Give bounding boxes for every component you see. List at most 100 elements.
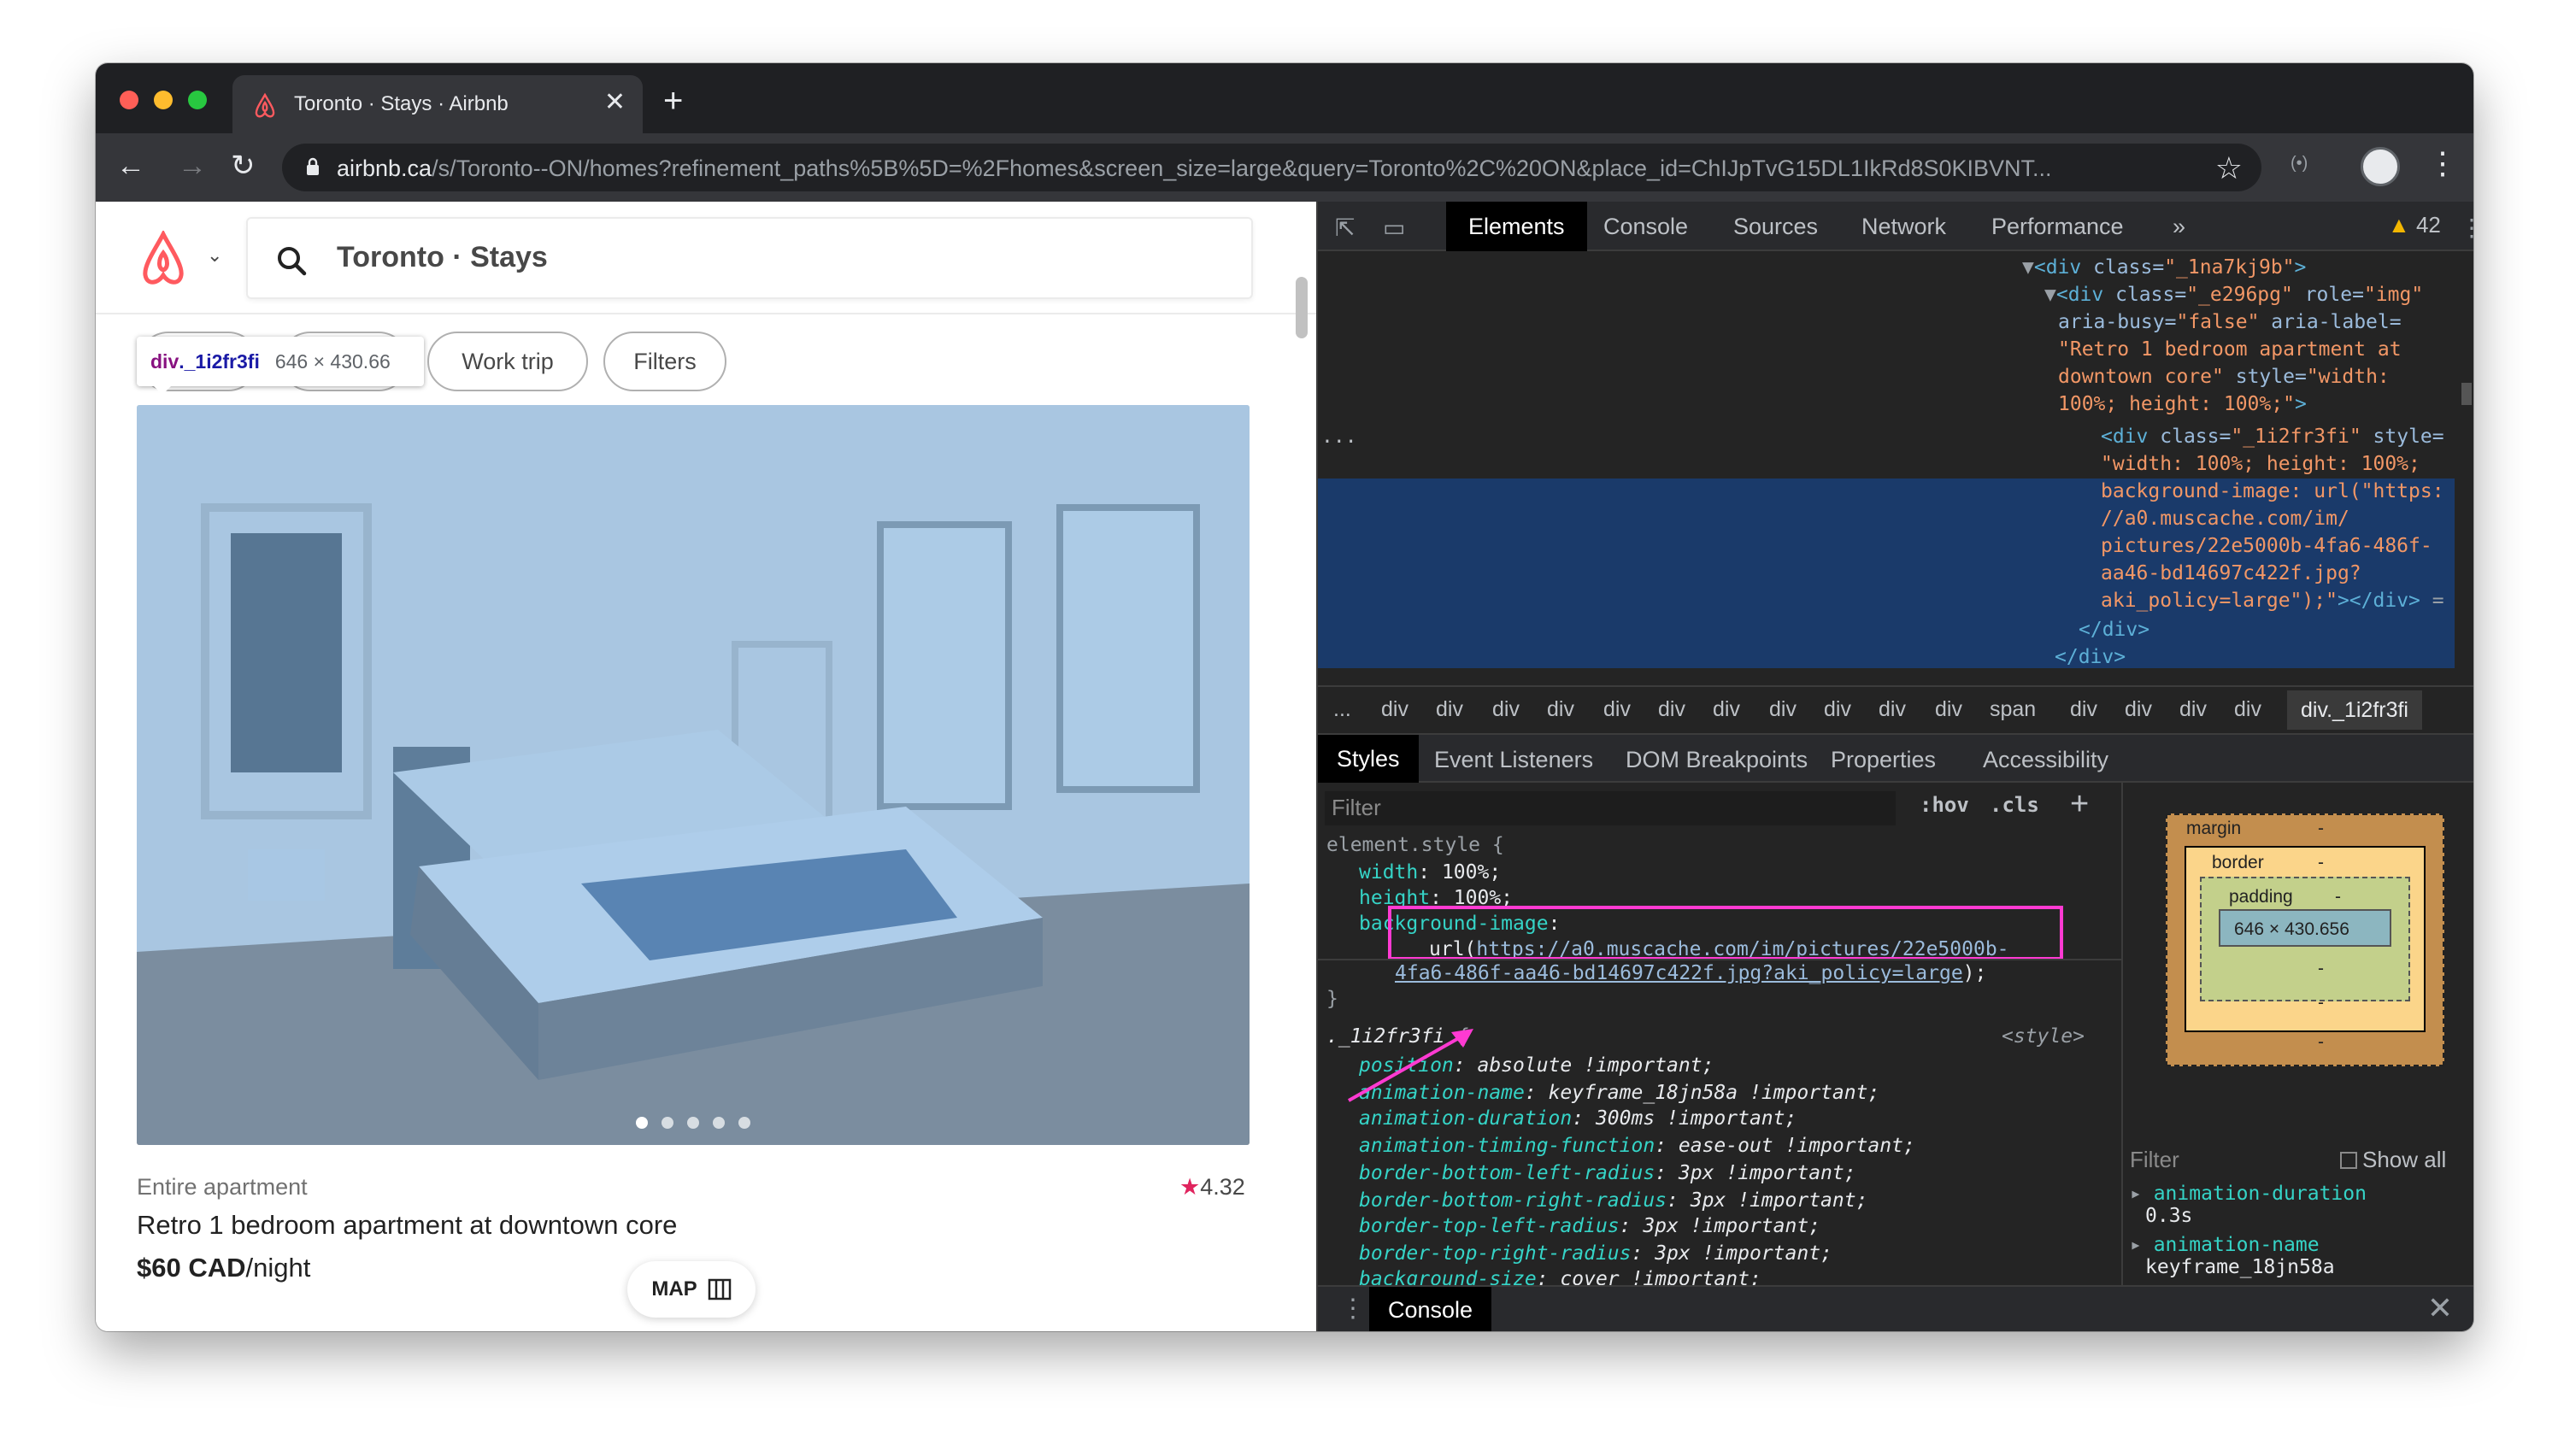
- profile-avatar[interactable]: [2361, 147, 2400, 186]
- browser-tab[interactable]: Toronto · Stays · Airbnb ✕: [232, 75, 643, 133]
- tab-console[interactable]: Console: [1603, 202, 1688, 251]
- more-tabs-icon[interactable]: »: [2173, 202, 2185, 251]
- dom-line[interactable]: </div>: [2055, 646, 2126, 668]
- breadcrumb-item[interactable]: div: [1879, 697, 1906, 722]
- carousel-dot[interactable]: [687, 1117, 699, 1129]
- style-source-link[interactable]: <style>: [2002, 1025, 2085, 1048]
- tab-network[interactable]: Network: [1861, 202, 1946, 251]
- tab-properties[interactable]: Properties: [1831, 747, 1936, 773]
- dom-tree[interactable]: ▼<div class="_1na7kj9b"> ▼<div class="_e…: [1318, 253, 2473, 685]
- breadcrumb-item[interactable]: div: [2179, 697, 2207, 722]
- filters-pill[interactable]: Filters: [603, 332, 726, 391]
- tab-sources[interactable]: Sources: [1733, 202, 1818, 251]
- reload-icon[interactable]: ↻: [231, 149, 256, 183]
- breadcrumb-item[interactable]: div: [2125, 697, 2152, 722]
- dom-line[interactable]: 100%; height: 100%;">: [2058, 393, 2307, 415]
- listing-photo[interactable]: [137, 405, 1250, 1145]
- tab-console-drawer[interactable]: Console: [1369, 1287, 1492, 1331]
- breadcrumb-item[interactable]: div: [1769, 697, 1797, 722]
- styles-filter-input[interactable]: Filter: [1325, 791, 1896, 825]
- bookmark-star-icon[interactable]: ☆: [2215, 150, 2243, 186]
- close-window-button[interactable]: [120, 91, 138, 109]
- dom-line-selected[interactable]: aa46-bd14697c422f.jpg?: [2101, 562, 2361, 584]
- breadcrumb-item[interactable]: div: [2234, 697, 2261, 722]
- style-declaration[interactable]: border-top-left-radius: 3px !important;: [1359, 1215, 1820, 1237]
- breadcrumb-item-selected[interactable]: div._1i2fr3fi: [2287, 690, 2422, 730]
- box-model-diagram[interactable]: margin - border - padding - 646 × 430.65…: [2166, 813, 2444, 1066]
- minimize-window-button[interactable]: [154, 91, 173, 109]
- style-declaration[interactable]: border-bottom-right-radius: 3px !importa…: [1359, 1189, 1867, 1212]
- breadcrumb-item[interactable]: div: [1492, 697, 1520, 722]
- computed-styles-list[interactable]: ▸ animation-duration 0.3s ▸ animation-na…: [2130, 1183, 2455, 1278]
- tab-styles[interactable]: Styles: [1318, 735, 1419, 783]
- dom-line-selected[interactable]: background-image: url("https:: [2101, 480, 2444, 502]
- close-drawer-icon[interactable]: ✕: [2427, 1290, 2453, 1326]
- breadcrumb-item[interactable]: div: [1658, 697, 1685, 722]
- breadcrumb-item[interactable]: div: [1713, 697, 1740, 722]
- inspect-element-icon[interactable]: ⇱: [1335, 214, 1355, 242]
- hov-toggle[interactable]: :hov: [1920, 793, 1969, 817]
- style-declaration[interactable]: width: 100%;: [1359, 861, 1501, 884]
- cls-toggle[interactable]: .cls: [1990, 793, 2039, 817]
- search-bar[interactable]: Toronto · Stays: [246, 217, 1253, 299]
- breadcrumb-item[interactable]: div: [2070, 697, 2097, 722]
- new-rule-button[interactable]: +: [2070, 786, 2089, 823]
- tab-performance[interactable]: Performance: [1991, 202, 2124, 251]
- tab-close-icon[interactable]: ✕: [604, 87, 626, 117]
- warnings-badge[interactable]: ▲ 42: [2388, 212, 2441, 238]
- dom-line[interactable]: "Retro 1 bedroom apartment at: [2058, 338, 2402, 361]
- breadcrumb-item[interactable]: div: [1935, 697, 1962, 722]
- dom-line[interactable]: ▼<div class="_e296pg" role="img": [2044, 284, 2423, 306]
- zoom-window-button[interactable]: [188, 91, 207, 109]
- listing-title[interactable]: Retro 1 bedroom apartment at downtown co…: [137, 1210, 677, 1241]
- dom-line-selected[interactable]: "width: 100%; height: 100%;: [2101, 453, 2420, 475]
- carousel-dot[interactable]: [662, 1117, 673, 1129]
- computed-property[interactable]: ▸ animation-duration: [2130, 1183, 2455, 1205]
- breadcrumb-item[interactable]: div: [1547, 697, 1574, 722]
- style-rule-selector[interactable]: element.style {: [1326, 834, 1504, 856]
- dom-line-selected[interactable]: pictures/22e5000b-4fa6-486f-: [2101, 535, 2432, 557]
- map-button[interactable]: MAP: [627, 1261, 756, 1318]
- style-declaration[interactable]: 4fa6-486f-aa46-bd14697c422f.jpg?aki_poli…: [1395, 962, 1986, 984]
- style-declaration[interactable]: animation-timing-function: ease-out !imp…: [1359, 1135, 1915, 1157]
- computed-property[interactable]: ▸ animation-name: [2130, 1234, 2455, 1256]
- device-toolbar-icon[interactable]: ▭: [1383, 214, 1405, 242]
- computed-filter-input[interactable]: Filter: [2130, 1147, 2179, 1173]
- breadcrumb-item[interactable]: div: [1436, 697, 1463, 722]
- style-declaration[interactable]: border-top-right-radius: 3px !important;: [1359, 1242, 1832, 1265]
- carousel-dot[interactable]: [738, 1117, 750, 1129]
- style-declaration[interactable]: animation-duration: 300ms !important;: [1359, 1107, 1797, 1130]
- browser-menu-icon[interactable]: ⋮: [2427, 145, 2458, 181]
- ellipsis-icon[interactable]: ...: [1321, 426, 1357, 448]
- extension-icon[interactable]: (•): [2291, 154, 2308, 173]
- devtools-menu-icon[interactable]: ⋮: [2460, 214, 2473, 242]
- dom-line-selected[interactable]: <div class="_1i2fr3fi" style=: [2101, 426, 2444, 448]
- work-trip-pill[interactable]: Work trip: [427, 332, 588, 391]
- carousel-dot[interactable]: [636, 1117, 648, 1129]
- breadcrumb-item[interactable]: span: [1990, 697, 2036, 722]
- new-tab-button[interactable]: +: [663, 84, 683, 118]
- style-declaration[interactable]: border-bottom-left-radius: 3px !importan…: [1359, 1162, 1856, 1184]
- chevron-down-icon[interactable]: ⌄: [207, 244, 222, 267]
- tab-event-listeners[interactable]: Event Listeners: [1434, 747, 1593, 773]
- dom-line[interactable]: ▼<div class="_1na7kj9b">: [2022, 256, 2306, 279]
- address-bar[interactable]: airbnb.ca/s/Toronto--ON/homes?refinement…: [282, 144, 2261, 191]
- dom-line-selected[interactable]: //a0.muscache.com/im/: [2101, 508, 2349, 530]
- tab-accessibility[interactable]: Accessibility: [1983, 747, 2108, 773]
- dom-scrollbar[interactable]: [2461, 383, 2472, 405]
- photo-carousel-dots[interactable]: [137, 1117, 1250, 1133]
- carousel-dot[interactable]: [713, 1117, 725, 1129]
- dom-line[interactable]: downtown core" style="width:: [2058, 366, 2390, 388]
- tab-dom-breakpoints[interactable]: DOM Breakpoints: [1626, 747, 1808, 773]
- breadcrumb-item[interactable]: div: [1603, 697, 1631, 722]
- back-arrow-icon[interactable]: ←: [116, 149, 145, 183]
- tab-elements[interactable]: Elements: [1446, 202, 1587, 251]
- breadcrumb-item[interactable]: div: [1824, 697, 1851, 722]
- dom-line[interactable]: </div>: [2079, 619, 2149, 641]
- dom-line-selected[interactable]: aki_policy=large");"></div> =: [2101, 590, 2444, 612]
- breadcrumb-item[interactable]: div: [1381, 697, 1408, 722]
- show-all-checkbox[interactable]: [2340, 1152, 2357, 1169]
- page-scrollbar[interactable]: [1296, 277, 1308, 338]
- breadcrumb-item[interactable]: ...: [1333, 697, 1351, 722]
- airbnb-logo-icon[interactable]: [137, 231, 190, 287]
